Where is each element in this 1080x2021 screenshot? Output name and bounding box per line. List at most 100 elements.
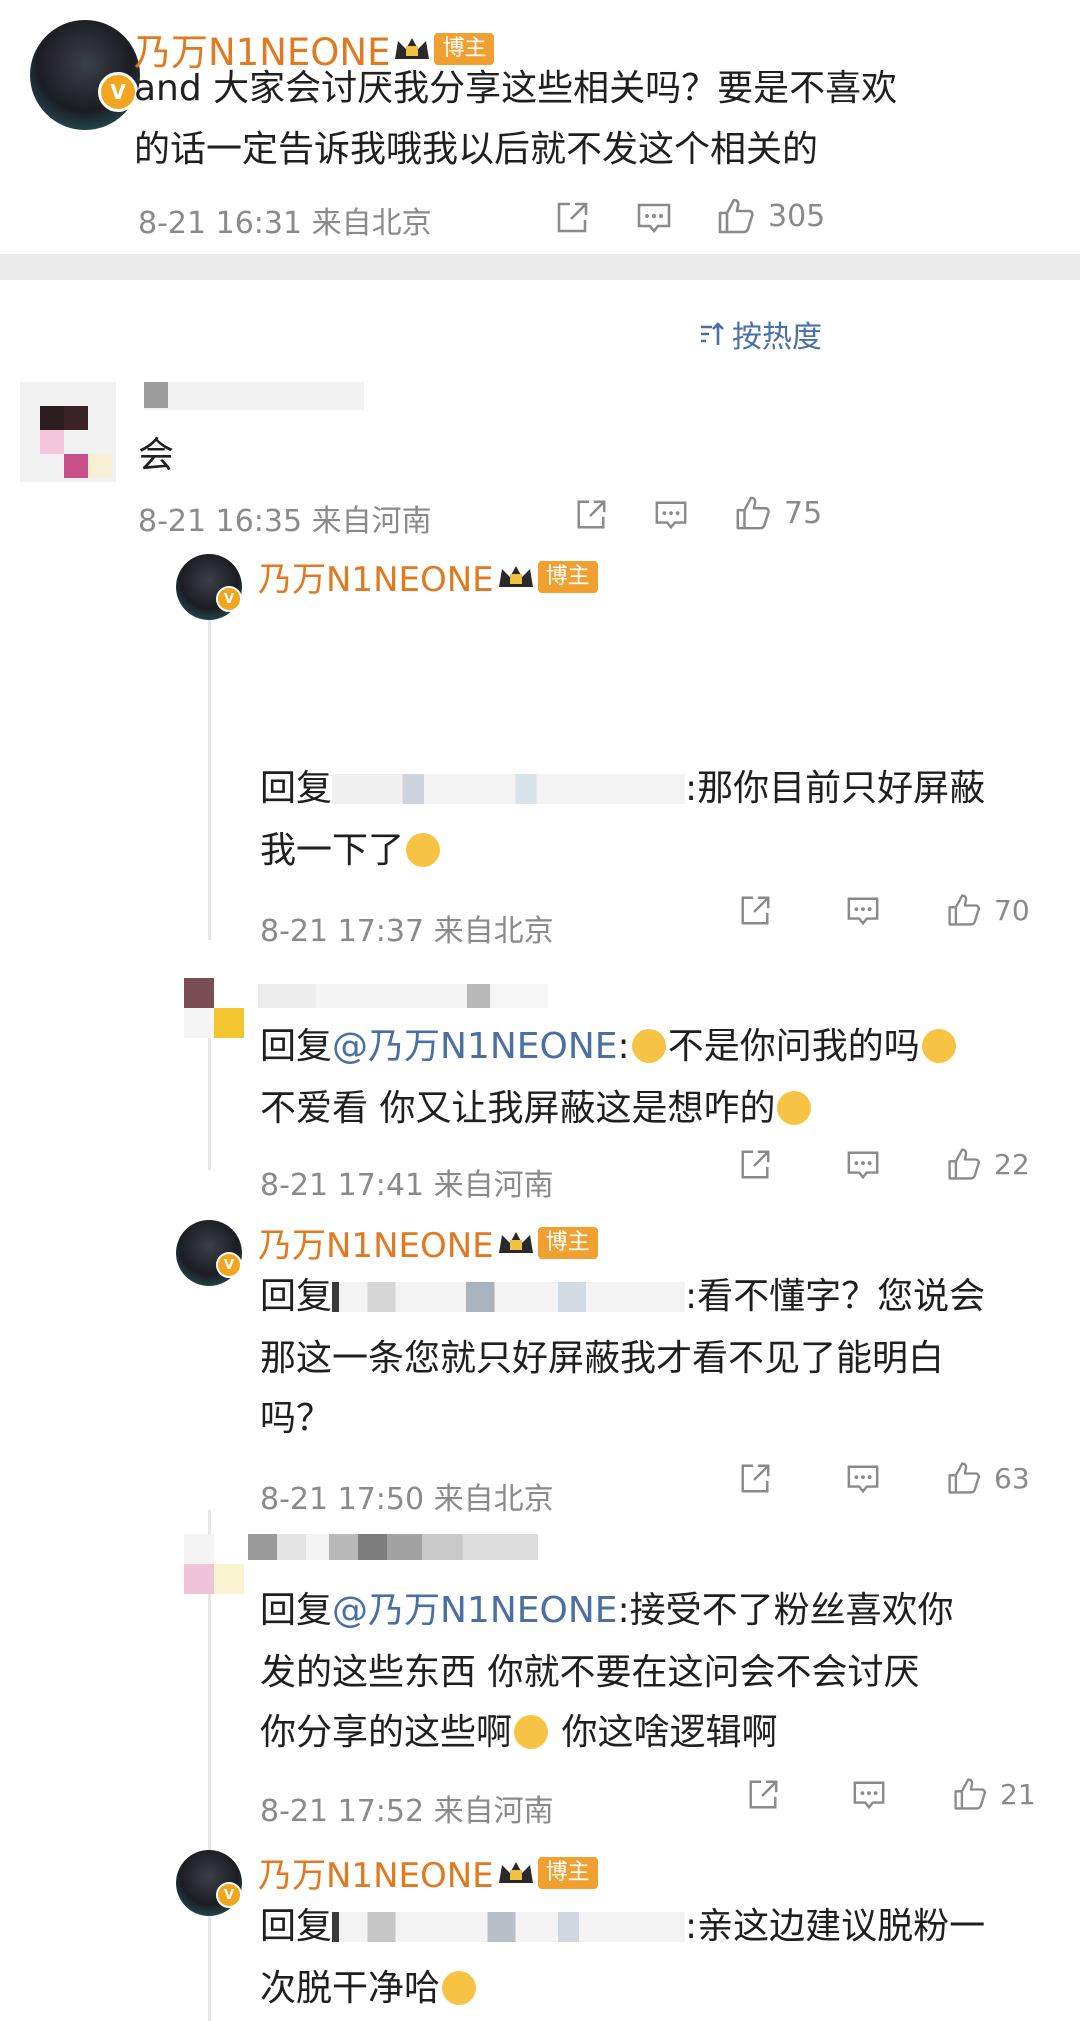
reply2-time: 8-21 17:41: [260, 1168, 425, 1203]
reply2-meta: 8-21 17:41 来自河南: [260, 1160, 554, 1204]
post-time: 8-21 16:31: [138, 206, 303, 241]
like-button[interactable]: 21: [952, 1776, 1036, 1812]
mention-link[interactable]: @乃万N1NEONE: [332, 1590, 618, 1631]
comment-icon[interactable]: [846, 1462, 880, 1496]
thumbs-up-icon: [718, 198, 754, 234]
verified-badge-icon: V: [216, 586, 242, 612]
reply1-time: 8-21 17:37: [260, 914, 425, 949]
reply5-author-name[interactable]: 乃万N1NEONE: [258, 1848, 494, 1897]
thumbs-up-icon: [948, 1462, 980, 1494]
mosaic-avatar: [184, 978, 244, 1040]
reply4-text-line-2: 发的这些东西 你就不要在这问会不会讨厌: [260, 1652, 920, 1693]
comment1-meta: 8-21 16:35 来自河南: [138, 496, 432, 540]
comment1-location: 来自河南: [311, 504, 432, 539]
reply1-author-row: 乃万N1NEONE 博主: [258, 552, 598, 601]
reply4-line3b: 你这啥逻辑啊: [550, 1712, 778, 1753]
smirk-emoji-icon: [777, 1091, 812, 1125]
mosaic-mention: [332, 774, 686, 804]
blogger-badge: 博主: [537, 560, 598, 593]
crown-icon: [498, 565, 533, 587]
reply4-text-line-1: 回复@乃万N1NEONE:接受不了粉丝喜欢你: [260, 1580, 954, 1641]
thread-line: [208, 620, 211, 940]
share-icon[interactable]: [738, 894, 772, 928]
comment1-like-count: 75: [784, 495, 823, 531]
mosaic-username: [258, 984, 548, 1008]
smirk-emoji-icon: [921, 1029, 956, 1063]
reply4-meta: 8-21 17:52 来自河南: [260, 1786, 554, 1830]
mention-link[interactable]: @乃万N1NEONE: [332, 1026, 618, 1067]
reply3-time: 8-21 17:50: [260, 1482, 425, 1517]
like-button[interactable]: 305: [716, 196, 825, 236]
share-icon[interactable]: [738, 1148, 772, 1182]
comment-icon[interactable]: [636, 200, 672, 236]
like-button[interactable]: 75: [734, 494, 822, 532]
share-icon[interactable]: [746, 1778, 780, 1812]
share-icon[interactable]: [574, 498, 608, 532]
reply3-meta: 8-21 17:50 来自北京: [260, 1474, 554, 1518]
shy-emoji-icon: [406, 833, 441, 867]
reply4-like-count: 21: [1000, 1777, 1036, 1811]
mosaic-username: [144, 382, 364, 410]
verified-badge-icon: V: [98, 72, 138, 112]
post-text-line-1: and 大家会讨厌我分享这些相关吗？要是不喜欢: [134, 68, 898, 109]
blogger-badge: 博主: [537, 1226, 598, 1259]
comment1-text: 会: [138, 435, 175, 476]
verified-badge-icon: V: [216, 1882, 242, 1908]
reply1-line2: 我一下了: [260, 830, 405, 871]
crown-icon: [498, 1231, 533, 1253]
mosaic-mention: [332, 1282, 686, 1312]
reply3-author-name[interactable]: 乃万N1NEONE: [258, 1218, 494, 1267]
sort-toggle[interactable]: 按热度: [698, 312, 822, 356]
thumbs-up-icon: [954, 1778, 986, 1810]
smirk-emoji-icon: [631, 1029, 666, 1063]
reply4-time: 8-21 17:52: [260, 1794, 425, 1829]
comment-icon[interactable]: [852, 1778, 886, 1812]
post-text: and 大家会讨厌我分享这些相关吗？要是不喜欢 的话一定告诉我哦我以后就不发这个…: [134, 58, 1034, 180]
reply5-author-row: 乃万N1NEONE 博主: [258, 1848, 598, 1897]
reply2-like-count: 22: [994, 1147, 1030, 1181]
reply1-text-line-1: 回复 :那你目前只好屏蔽: [260, 758, 1050, 819]
reply4-suffix: :接受不了粉丝喜欢你: [617, 1590, 954, 1631]
reply-prefix: 回复: [260, 1026, 333, 1067]
reply2-line2: 不爱看 你又让我屏蔽这是想咋的: [260, 1088, 776, 1129]
comment-icon[interactable]: [654, 498, 688, 532]
post-meta: 8-21 16:31 来自北京: [138, 198, 432, 242]
reply2-text-line-2: 不爱看 你又让我屏蔽这是想咋的: [260, 1078, 813, 1139]
comment-icon[interactable]: [846, 894, 880, 928]
reply1-location: 来自北京: [433, 914, 554, 949]
reply4-location: 来自河南: [433, 1794, 554, 1829]
reply4-line3a: 你分享的这些啊: [260, 1712, 513, 1753]
shy-emoji-icon: [442, 1971, 477, 2005]
reply-prefix: 回复: [260, 1590, 333, 1631]
post-location: 来自北京: [311, 206, 432, 241]
comment1-time: 8-21 16:35: [138, 504, 303, 539]
reply3-author-row: 乃万N1NEONE 博主: [258, 1218, 598, 1267]
reply2-location: 来自河南: [433, 1168, 554, 1203]
comment-icon[interactable]: [846, 1148, 880, 1182]
like-button[interactable]: 63: [946, 1460, 1030, 1496]
reply3-text-line-3: 吗？: [260, 1398, 333, 1439]
reply4-text-line-3: 你分享的这些啊 你这啥逻辑啊: [260, 1702, 777, 1763]
like-button[interactable]: 22: [946, 1146, 1030, 1182]
share-icon[interactable]: [554, 200, 590, 236]
thumbs-up-icon: [948, 1148, 980, 1180]
reply-prefix: 回复: [260, 768, 333, 809]
reply3-suffix: :看不懂字？您说会: [685, 1276, 986, 1317]
reply5-suffix: :亲这边建议脱粉一: [685, 1906, 986, 1947]
reply1-meta: 8-21 17:37 来自北京: [260, 906, 554, 950]
reply5-text-line-2: 次脱干净哈: [260, 1958, 478, 2019]
reply1-suffix: :那你目前只好屏蔽: [685, 768, 986, 809]
reply3-like-count: 63: [994, 1461, 1030, 1495]
section-divider: [0, 254, 1080, 280]
sort-icon: [701, 322, 724, 345]
post-like-count: 305: [768, 198, 826, 234]
post-text-line-2: 的话一定告诉我哦我以后就不发这个相关的: [134, 129, 819, 170]
reply2-colon: :: [617, 1026, 630, 1067]
reply3-text-line-1: 回复:看不懂字？您说会: [260, 1266, 985, 1327]
like-button[interactable]: 70: [946, 892, 1030, 928]
reply2-seg1: 不是你问我的吗: [667, 1026, 920, 1067]
share-icon[interactable]: [738, 1462, 772, 1496]
reply1-author-name[interactable]: 乃万N1NEONE: [258, 552, 494, 601]
thumbs-up-icon: [948, 894, 980, 926]
reply3-location: 来自北京: [433, 1482, 554, 1517]
